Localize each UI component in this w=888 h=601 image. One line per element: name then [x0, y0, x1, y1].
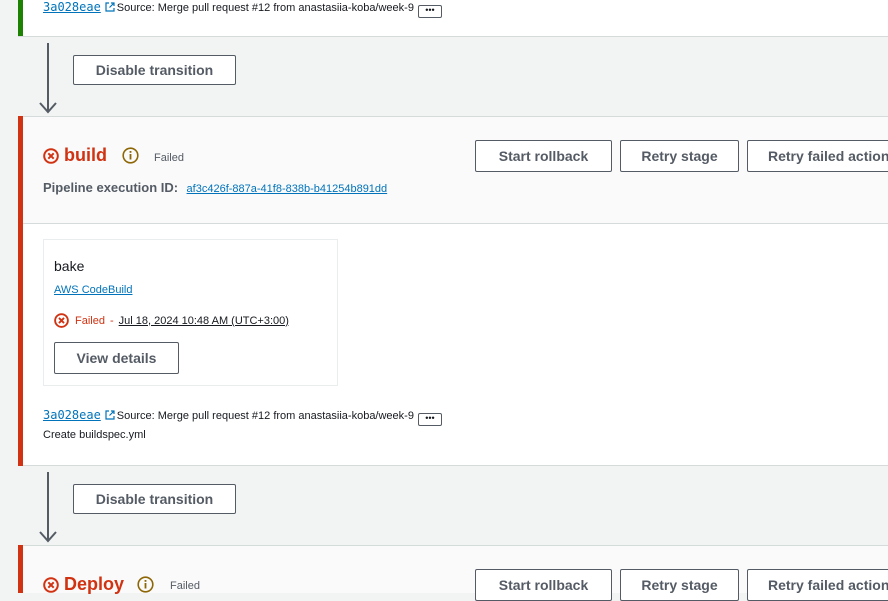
provider-link[interactable]: AWS CodeBuild	[54, 284, 132, 296]
error-icon	[43, 147, 59, 164]
more-button[interactable]: •••	[417, 5, 442, 18]
build-stage-status-bar	[18, 116, 23, 466]
view-details-button[interactable]: View details	[54, 342, 179, 374]
start-rollback-button[interactable]: Start rollback	[475, 140, 612, 172]
retry-failed-action-button[interactable]: Retry failed action	[747, 140, 888, 172]
divider	[18, 465, 888, 466]
divider	[18, 36, 888, 37]
top-source-info: 3a028eae Source: Merge pull request #12 f…	[43, 0, 442, 18]
info-icon[interactable]	[137, 576, 154, 593]
pipeline-execution: Pipeline execution ID: af3c426f-887a-41f…	[43, 179, 387, 197]
stage-title-deploy: Deploy	[43, 574, 124, 595]
action-status: Failed - Jul 18, 2024 10:48 AM (UTC+3:00…	[54, 313, 289, 328]
action-status-text: Failed	[75, 314, 105, 327]
error-icon	[43, 576, 59, 593]
info-icon[interactable]	[122, 147, 139, 164]
action-timestamp[interactable]: Jul 18, 2024 10:48 AM (UTC+3:00)	[119, 315, 289, 327]
stage-status: Failed	[170, 580, 200, 592]
stage-name: Deploy	[64, 574, 125, 594]
source-stage-status-bar	[18, 0, 23, 36]
error-icon	[54, 313, 69, 328]
separator: -	[109, 314, 114, 327]
stage-title-build: build	[43, 145, 107, 166]
more-button[interactable]: •••	[417, 413, 442, 426]
deploy-stage-status-bar	[18, 545, 23, 593]
retry-stage-button[interactable]: Retry stage	[620, 140, 739, 172]
commit-message: Create buildspec.yml	[43, 429, 146, 441]
divider	[18, 545, 888, 546]
execution-label: Pipeline execution ID:	[43, 180, 179, 195]
external-link-icon	[105, 1, 115, 15]
source-text: Source: Merge pull request #12 from anas…	[116, 410, 414, 422]
start-rollback-button[interactable]: Start rollback	[475, 569, 612, 601]
transition-arrow	[39, 472, 57, 543]
stage-name: build	[64, 145, 107, 165]
retry-stage-button[interactable]: Retry stage	[620, 569, 739, 601]
commit-link[interactable]: 3a028eae	[43, 408, 101, 422]
disable-transition-button[interactable]: Disable transition	[73, 484, 236, 514]
source-text: Source: Merge pull request #12 from anas…	[116, 2, 414, 14]
disable-transition-button[interactable]: Disable transition	[73, 55, 236, 85]
action-name: bake	[54, 258, 85, 274]
divider	[18, 116, 888, 117]
commit-link[interactable]: 3a028eae	[43, 0, 101, 14]
action-card: bake AWS CodeBuild Failed - Jul 18, 2024…	[43, 239, 338, 386]
external-link-icon	[105, 409, 115, 423]
build-source-info: 3a028eae Source: Merge pull request #12 f…	[43, 408, 442, 426]
execution-id-link[interactable]: af3c426f-887a-41f8-838b-b41254b891dd	[187, 183, 388, 195]
stage-status: Failed	[154, 152, 184, 164]
transition-arrow	[39, 43, 57, 114]
retry-failed-action-button[interactable]: Retry failed action	[747, 569, 888, 601]
